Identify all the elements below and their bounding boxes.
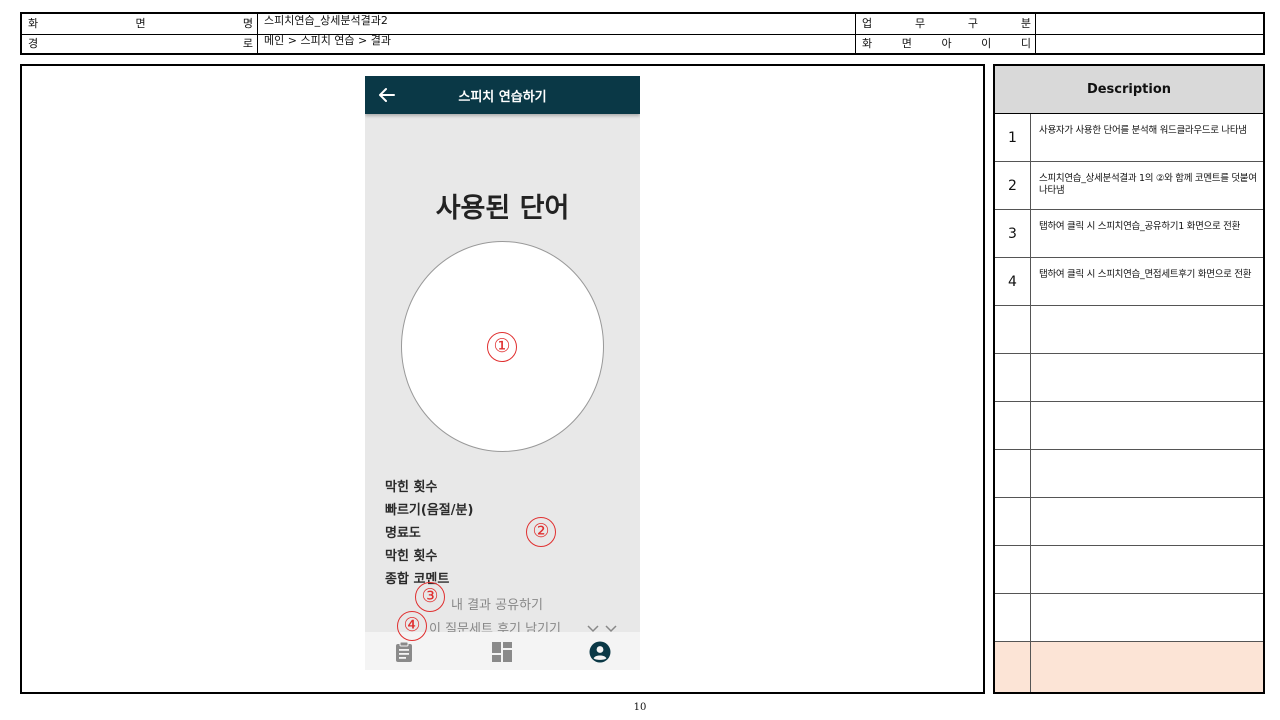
description-row: [995, 546, 1263, 594]
row-number: 4: [995, 258, 1031, 305]
annotation-marker-4: ④: [397, 611, 427, 641]
row-number: [995, 642, 1031, 692]
spec-header-table: 화면명 스피치연습_상세분석결과2 경로 메인 > 스피치 연습 > 결과 업무…: [20, 12, 1265, 55]
screen-id-label: 화면아이디: [862, 37, 1031, 50]
row-number: [995, 354, 1031, 401]
metric-stutter-count-2: 막힌 횟수: [385, 549, 438, 564]
description-row: [995, 354, 1263, 402]
description-row: [995, 642, 1263, 692]
row-number: [995, 498, 1031, 545]
annotation-marker-1: ①: [487, 332, 517, 362]
row-number: 2: [995, 162, 1031, 209]
row-number: 3: [995, 210, 1031, 257]
header-col-divider: [1035, 14, 1036, 53]
path-value: 메인 > 스피치 연습 > 결과: [264, 34, 391, 47]
row-number: [995, 546, 1031, 593]
description-row: [995, 450, 1263, 498]
description-row: 4 탭하여 클릭 시 스피치연습_면접세트후기 화면으로 전환: [995, 258, 1263, 306]
description-row: [995, 402, 1263, 450]
dashboard-icon[interactable]: [491, 641, 513, 663]
row-text: 탭하여 클릭 시 스피치연습_면접세트후기 화면으로 전환: [1039, 269, 1252, 280]
annotation-marker-2: ②: [526, 517, 556, 547]
clipboard-icon[interactable]: [393, 641, 415, 663]
screen-name-label: 화면명: [28, 17, 253, 30]
description-row: [995, 594, 1263, 642]
description-header: Description: [995, 66, 1263, 114]
description-row: 3 탭하여 클릭 시 스피치연습_공유하기1 화면으로 전환: [995, 210, 1263, 258]
app-bar: 스피치 연습하기: [365, 76, 640, 114]
used-words-title: 사용된 단어: [435, 193, 570, 224]
page-number: 10: [633, 702, 647, 713]
metric-overall-comment: 종합 코멘트: [385, 572, 450, 587]
phone-screen: 스피치 연습하기 사용된 단어 막힌 횟수 빠르기(음절/분) 명료도 막힌 횟…: [365, 76, 640, 670]
description-row: 1 사용자가 사용한 단어를 분석해 워드클라우드로 나타냄: [995, 114, 1263, 162]
header-col-divider: [257, 14, 258, 53]
metric-clarity: 명료도: [385, 526, 421, 541]
app-bar-title: 스피치 연습하기: [458, 90, 547, 105]
description-panel: Description 1 사용자가 사용한 단어를 분석해 워드클라우드로 나타…: [993, 64, 1265, 694]
annotation-marker-3: ③: [415, 582, 445, 612]
row-number: 1: [995, 114, 1031, 161]
description-row: [995, 498, 1263, 546]
metric-stutter-count: 막힌 횟수: [385, 480, 438, 495]
description-row: [995, 306, 1263, 354]
row-number: [995, 402, 1031, 449]
row-number: [995, 594, 1031, 641]
path-label: 경로: [28, 37, 253, 50]
account-icon[interactable]: [589, 641, 611, 663]
row-number: [995, 450, 1031, 497]
row-text: 사용자가 사용한 단어를 분석해 워드클라우드로 나타냄: [1039, 125, 1247, 136]
row-number: [995, 306, 1031, 353]
share-result-link[interactable]: 내 결과 공유하기: [451, 594, 543, 613]
row-text: 탭하여 클릭 시 스피치연습_공유하기1 화면으로 전환: [1039, 221, 1241, 232]
metric-speed: 빠르기(음절/분): [385, 503, 474, 518]
category-label: 업무구분: [862, 17, 1031, 30]
description-row: 2 스피치연습_상세분석결과 1의 ②와 함께 코멘트를 덧붙여 나타냄: [995, 162, 1263, 210]
row-text: 스피치연습_상세분석결과 1의 ②와 함께 코멘트를 덧붙여 나타냄: [1039, 173, 1257, 196]
screen-name-value: 스피치연습_상세분석결과2: [264, 14, 388, 27]
